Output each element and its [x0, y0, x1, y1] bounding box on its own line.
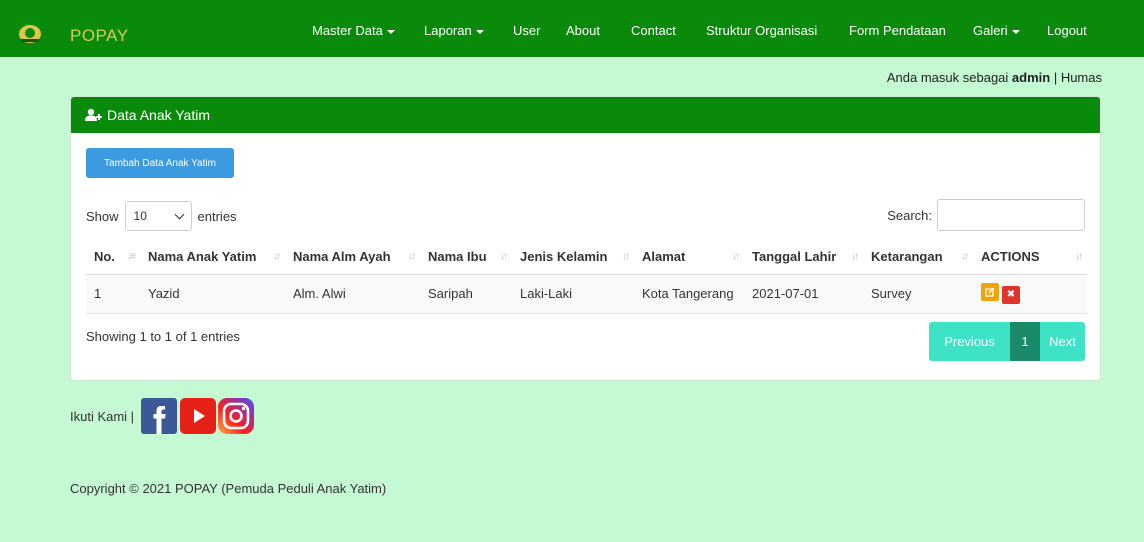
col-nama-anak-label: Nama Anak Yatim [148, 249, 257, 265]
brand-name[interactable]: POPAY [70, 26, 129, 46]
caret-down-icon [475, 29, 484, 34]
show-label: Show [86, 208, 119, 224]
col-jenis-kelamin[interactable]: Jenis Kelamin ↓↑ [512, 240, 634, 275]
chevron-down-icon [174, 209, 184, 219]
nav-about[interactable]: About [566, 23, 600, 38]
nav-laporan[interactable]: Laporan [424, 23, 484, 38]
user-info-prefix: Anda masuk sebagai [886, 70, 1012, 85]
nav-form-pendataan[interactable]: Form Pendataan [849, 23, 946, 38]
entries-select[interactable]: 10 [124, 201, 192, 231]
panel-heading: Data Anak Yatim [71, 97, 1100, 133]
youtube-icon[interactable] [180, 398, 216, 434]
delete-icon[interactable]: ✖ [1002, 285, 1020, 304]
cell-no: 1 [86, 274, 140, 314]
nav-struktur-organisasi[interactable]: Struktur Organisasi [706, 23, 817, 38]
sort-icon: ↓↑ [851, 251, 859, 262]
col-nama-ayah-label: Nama Alm Ayah [293, 249, 391, 265]
col-tanggal-lahir[interactable]: Tanggal Lahir ↓↑ [744, 240, 863, 275]
instagram-icon[interactable] [218, 398, 254, 434]
col-nama-ayah[interactable]: Nama Alm Ayah ↓↑ [285, 240, 420, 275]
nav-laporan-label: Laporan [424, 23, 472, 38]
cell-nama-ibu: Saripah [420, 274, 512, 314]
follow-label: Ikuti Kami | [70, 409, 135, 424]
length-control: Show 10 entries [86, 201, 237, 231]
entries-label: entries [197, 208, 237, 224]
facebook-icon[interactable] [141, 398, 177, 434]
sort-icon: ↓↑ [961, 251, 969, 262]
col-tanggal-lahir-label: Tanggal Lahir [752, 249, 837, 265]
table-info: Showing 1 to 1 of 1 entries [86, 329, 240, 344]
sort-icon: ↓↑ [500, 251, 508, 262]
col-alamat-label: Alamat [642, 249, 686, 265]
col-actions-label: ACTIONS [981, 249, 1040, 265]
search-label: Search: [887, 207, 932, 223]
nav-master-data-label: Master Data [312, 23, 383, 38]
sort-asc-icon: ↓≡ [127, 251, 136, 262]
col-ketarangan-label: Ketarangan [871, 249, 943, 265]
previous-page-button[interactable]: Previous [929, 322, 1010, 361]
caret-down-icon [386, 29, 395, 34]
user-plus-icon [85, 108, 102, 121]
cell-tanggal-lahir: 2021-07-01 [744, 274, 863, 314]
nav-master-data[interactable]: Master Data [312, 23, 395, 38]
cell-ketarangan: Survey [863, 274, 973, 314]
page-1-button[interactable]: 1 [1010, 322, 1040, 361]
sort-icon: ↓↑ [732, 251, 740, 262]
col-no-label: No. [94, 249, 115, 265]
entries-select-value: 10 [133, 209, 147, 223]
col-nama-ibu[interactable]: Nama Ibu ↓↑ [420, 240, 512, 275]
col-ketarangan[interactable]: Ketarangan ↓↑ [863, 240, 973, 275]
sort-icon: ↓↑ [1075, 251, 1083, 262]
nav-galeri[interactable]: Galeri [973, 23, 1020, 38]
nav-contact[interactable]: Contact [631, 23, 676, 38]
data-panel: Data Anak Yatim Tambah Data Anak Yatim S… [70, 96, 1101, 381]
sort-icon: ↓↑ [408, 251, 416, 262]
panel-title: Data Anak Yatim [107, 107, 210, 123]
copyright: Copyright © 2021 POPAY (Pemuda Peduli An… [70, 481, 387, 496]
add-orphan-button[interactable]: Tambah Data Anak Yatim [86, 148, 234, 178]
col-jenis-kelamin-label: Jenis Kelamin [520, 249, 608, 265]
col-actions[interactable]: ACTIONS ↓↑ [973, 240, 1087, 275]
orphan-table: No. ↓≡ Nama Anak Yatim ↓↑ Nama Alm Ayah ↓↑ … [86, 240, 1087, 314]
col-no[interactable]: No. ↓≡ [86, 240, 140, 275]
nav-galeri-label: Galeri [973, 23, 1008, 38]
cell-nama-ayah: Alm. Alwi [285, 274, 420, 314]
cell-actions: ✖ [973, 274, 1087, 314]
col-alamat[interactable]: Alamat ↓↑ [634, 240, 744, 275]
nav-user[interactable]: User [513, 23, 540, 38]
edit-icon[interactable] [981, 283, 999, 302]
user-name: admin [1011, 70, 1051, 85]
sort-icon: ↓↑ [622, 251, 630, 262]
pagination: Previous 1 Next [929, 322, 1085, 361]
user-info-separator: | [1050, 70, 1061, 85]
user-role: Humas [1060, 70, 1102, 85]
popay-logo-icon[interactable] [18, 24, 42, 44]
next-page-button[interactable]: Next [1040, 322, 1085, 361]
nav-logout[interactable]: Logout [1047, 23, 1087, 38]
caret-down-icon [1011, 29, 1020, 34]
cell-jenis-kelamin: Laki-Laki [512, 274, 634, 314]
table-header-row: No. ↓≡ Nama Anak Yatim ↓↑ Nama Alm Ayah ↓↑ … [86, 240, 1087, 275]
col-nama-anak[interactable]: Nama Anak Yatim ↓↑ [140, 240, 285, 275]
cell-alamat: Kota Tangerang [634, 274, 744, 314]
col-nama-ibu-label: Nama Ibu [428, 249, 487, 265]
cell-nama-anak: Yazid [140, 274, 285, 314]
search-input[interactable] [937, 199, 1085, 231]
search-control: Search: [887, 199, 1085, 231]
user-info: Anda masuk sebagai admin | Humas [887, 70, 1102, 85]
table-row: 1 Yazid Alm. Alwi Saripah Laki-Laki Kota… [86, 274, 1087, 314]
sort-icon: ↓↑ [273, 251, 281, 262]
navbar: POPAY Master Data Laporan User About Con… [0, 0, 1144, 57]
